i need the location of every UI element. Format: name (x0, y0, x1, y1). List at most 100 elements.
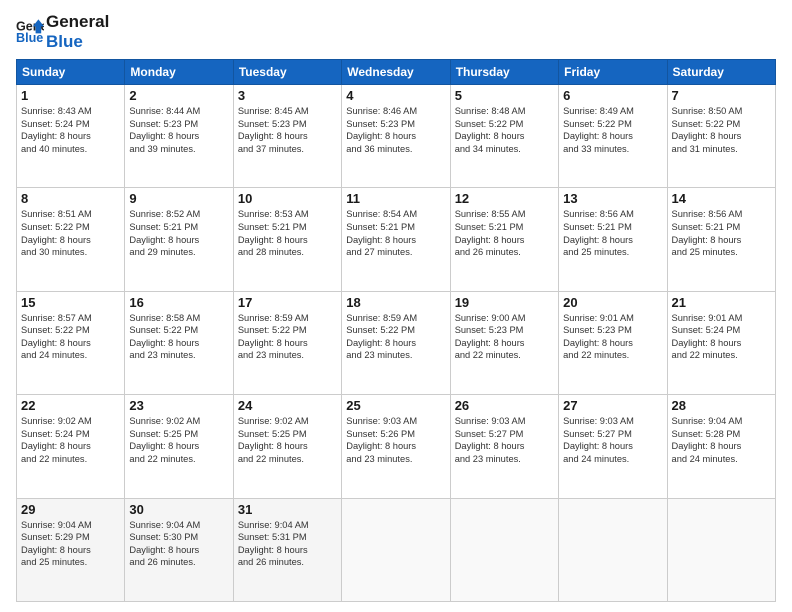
day-number: 28 (672, 398, 771, 413)
calendar-cell (559, 498, 667, 601)
day-number: 2 (129, 88, 228, 103)
header: General Blue General Blue (16, 12, 776, 51)
cell-info: Sunrise: 8:59 AMSunset: 5:22 PMDaylight:… (346, 312, 445, 362)
calendar-cell: 1 Sunrise: 8:43 AMSunset: 5:24 PMDaylight… (17, 85, 125, 188)
cell-info: Sunrise: 8:56 AMSunset: 5:21 PMDaylight:… (563, 208, 662, 258)
day-number: 9 (129, 191, 228, 206)
cell-info: Sunrise: 8:49 AMSunset: 5:22 PMDaylight:… (563, 105, 662, 155)
cell-info: Sunrise: 8:46 AMSunset: 5:23 PMDaylight:… (346, 105, 445, 155)
calendar-cell: 23 Sunrise: 9:02 AMSunset: 5:25 PMDayligh… (125, 395, 233, 498)
day-number: 3 (238, 88, 337, 103)
cell-info: Sunrise: 8:57 AMSunset: 5:22 PMDaylight:… (21, 312, 120, 362)
calendar-week-5: 29 Sunrise: 9:04 AMSunset: 5:29 PMDayligh… (17, 498, 776, 601)
cell-info: Sunrise: 9:02 AMSunset: 5:24 PMDaylight:… (21, 415, 120, 465)
logo-text-blue: Blue (46, 32, 109, 52)
calendar-cell: 24 Sunrise: 9:02 AMSunset: 5:25 PMDayligh… (233, 395, 341, 498)
day-number: 4 (346, 88, 445, 103)
header-sunday: Sunday (17, 60, 125, 85)
day-number: 17 (238, 295, 337, 310)
day-number: 11 (346, 191, 445, 206)
calendar-cell (450, 498, 558, 601)
cell-info: Sunrise: 8:59 AMSunset: 5:22 PMDaylight:… (238, 312, 337, 362)
day-number: 19 (455, 295, 554, 310)
logo-text-general: General (46, 12, 109, 32)
cell-info: Sunrise: 8:43 AMSunset: 5:24 PMDaylight:… (21, 105, 120, 155)
day-number: 26 (455, 398, 554, 413)
cell-info: Sunrise: 9:02 AMSunset: 5:25 PMDaylight:… (238, 415, 337, 465)
cell-info: Sunrise: 8:54 AMSunset: 5:21 PMDaylight:… (346, 208, 445, 258)
day-number: 21 (672, 295, 771, 310)
calendar-cell (667, 498, 775, 601)
cell-info: Sunrise: 9:01 AMSunset: 5:23 PMDaylight:… (563, 312, 662, 362)
cell-info: Sunrise: 8:44 AMSunset: 5:23 PMDaylight:… (129, 105, 228, 155)
calendar-cell: 17 Sunrise: 8:59 AMSunset: 5:22 PMDayligh… (233, 291, 341, 394)
day-number: 6 (563, 88, 662, 103)
calendar-cell: 3 Sunrise: 8:45 AMSunset: 5:23 PMDaylight… (233, 85, 341, 188)
cell-info: Sunrise: 9:04 AMSunset: 5:31 PMDaylight:… (238, 519, 337, 569)
day-number: 25 (346, 398, 445, 413)
header-friday: Friday (559, 60, 667, 85)
calendar-cell: 4 Sunrise: 8:46 AMSunset: 5:23 PMDaylight… (342, 85, 450, 188)
cell-info: Sunrise: 9:03 AMSunset: 5:27 PMDaylight:… (563, 415, 662, 465)
day-number: 10 (238, 191, 337, 206)
header-monday: Monday (125, 60, 233, 85)
calendar-cell: 28Sunrise: 9:04 AMSunset: 5:28 PMDayligh… (667, 395, 775, 498)
cell-info: Sunrise: 9:04 AMSunset: 5:29 PMDaylight:… (21, 519, 120, 569)
calendar-cell: 27 Sunrise: 9:03 AMSunset: 5:27 PMDayligh… (559, 395, 667, 498)
calendar-cell: 31 Sunrise: 9:04 AMSunset: 5:31 PMDayligh… (233, 498, 341, 601)
calendar-cell: 14 Sunrise: 8:56 AMSunset: 5:21 PMDayligh… (667, 188, 775, 291)
cell-info: Sunrise: 8:58 AMSunset: 5:22 PMDaylight:… (129, 312, 228, 362)
calendar-table: SundayMondayTuesdayWednesdayThursdayFrid… (16, 59, 776, 602)
calendar-cell (342, 498, 450, 601)
day-number: 29 (21, 502, 120, 517)
day-number: 15 (21, 295, 120, 310)
cell-info: Sunrise: 8:52 AMSunset: 5:21 PMDaylight:… (129, 208, 228, 258)
day-number: 23 (129, 398, 228, 413)
calendar-cell: 8 Sunrise: 8:51 AMSunset: 5:22 PMDaylight… (17, 188, 125, 291)
cell-info: Sunrise: 9:01 AMSunset: 5:24 PMDaylight:… (672, 312, 771, 362)
calendar-week-3: 15 Sunrise: 8:57 AMSunset: 5:22 PMDayligh… (17, 291, 776, 394)
calendar-cell: 9 Sunrise: 8:52 AMSunset: 5:21 PMDaylight… (125, 188, 233, 291)
day-number: 24 (238, 398, 337, 413)
calendar-cell: 29 Sunrise: 9:04 AMSunset: 5:29 PMDayligh… (17, 498, 125, 601)
logo: General Blue General Blue (16, 12, 109, 51)
cell-info: Sunrise: 9:03 AMSunset: 5:27 PMDaylight:… (455, 415, 554, 465)
calendar-week-1: 1 Sunrise: 8:43 AMSunset: 5:24 PMDaylight… (17, 85, 776, 188)
cell-info: Sunrise: 8:56 AMSunset: 5:21 PMDaylight:… (672, 208, 771, 258)
day-number: 16 (129, 295, 228, 310)
cell-info: Sunrise: 9:00 AMSunset: 5:23 PMDaylight:… (455, 312, 554, 362)
calendar-cell: 7 Sunrise: 8:50 AMSunset: 5:22 PMDaylight… (667, 85, 775, 188)
header-tuesday: Tuesday (233, 60, 341, 85)
calendar-cell: 13Sunrise: 8:56 AMSunset: 5:21 PMDayligh… (559, 188, 667, 291)
cell-info: Sunrise: 8:45 AMSunset: 5:23 PMDaylight:… (238, 105, 337, 155)
day-number: 18 (346, 295, 445, 310)
calendar-header-row: SundayMondayTuesdayWednesdayThursdayFrid… (17, 60, 776, 85)
day-number: 12 (455, 191, 554, 206)
calendar-cell: 18 Sunrise: 8:59 AMSunset: 5:22 PMDayligh… (342, 291, 450, 394)
cell-info: Sunrise: 8:48 AMSunset: 5:22 PMDaylight:… (455, 105, 554, 155)
calendar-cell: 10 Sunrise: 8:53 AMSunset: 5:21 PMDayligh… (233, 188, 341, 291)
calendar-cell: 26 Sunrise: 9:03 AMSunset: 5:27 PMDayligh… (450, 395, 558, 498)
day-number: 14 (672, 191, 771, 206)
calendar-cell: 19 Sunrise: 9:00 AMSunset: 5:23 PMDayligh… (450, 291, 558, 394)
cell-info: Sunrise: 9:04 AMSunset: 5:30 PMDaylight:… (129, 519, 228, 569)
header-thursday: Thursday (450, 60, 558, 85)
day-number: 22 (21, 398, 120, 413)
day-number: 20 (563, 295, 662, 310)
day-number: 31 (238, 502, 337, 517)
day-number: 27 (563, 398, 662, 413)
logo-icon: General Blue (16, 18, 44, 46)
cell-info: Sunrise: 8:53 AMSunset: 5:21 PMDaylight:… (238, 208, 337, 258)
cell-info: Sunrise: 8:50 AMSunset: 5:22 PMDaylight:… (672, 105, 771, 155)
calendar-week-2: 8 Sunrise: 8:51 AMSunset: 5:22 PMDaylight… (17, 188, 776, 291)
calendar-cell: 15 Sunrise: 8:57 AMSunset: 5:22 PMDayligh… (17, 291, 125, 394)
day-number: 8 (21, 191, 120, 206)
day-number: 1 (21, 88, 120, 103)
calendar-cell: 2 Sunrise: 8:44 AMSunset: 5:23 PMDaylight… (125, 85, 233, 188)
cell-info: Sunrise: 8:55 AMSunset: 5:21 PMDaylight:… (455, 208, 554, 258)
header-wednesday: Wednesday (342, 60, 450, 85)
day-number: 7 (672, 88, 771, 103)
calendar-cell: 11 Sunrise: 8:54 AMSunset: 5:21 PMDayligh… (342, 188, 450, 291)
cell-info: Sunrise: 8:51 AMSunset: 5:22 PMDaylight:… (21, 208, 120, 258)
cell-info: Sunrise: 9:02 AMSunset: 5:25 PMDaylight:… (129, 415, 228, 465)
